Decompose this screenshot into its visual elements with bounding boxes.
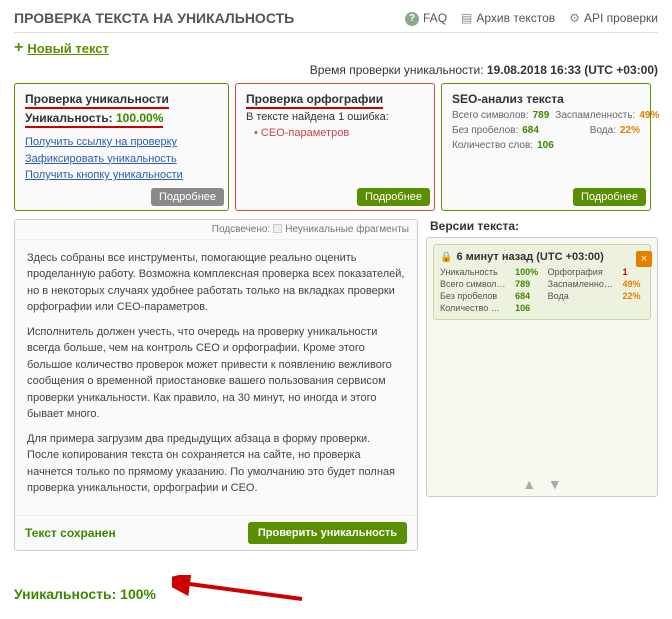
api-link[interactable]: API проверки <box>569 10 658 26</box>
check-uniqueness-button[interactable]: Проверить уникальность <box>248 522 407 544</box>
uniqueness-value: 100.00% <box>116 111 163 125</box>
top-links: FAQ Архив текстов API проверки <box>405 10 658 26</box>
seo-panel-title: SEO-анализ текста <box>452 92 640 106</box>
plus-icon: + <box>14 39 23 57</box>
check-timestamp: Время проверки уникальности: 19.08.2018 … <box>14 63 658 77</box>
seo-more-button[interactable]: Подробнее <box>573 188 646 206</box>
scroll-arrows[interactable]: ▲ ▼ <box>427 476 657 492</box>
new-text-link[interactable]: Новый текст <box>27 41 109 56</box>
error-found-text: В тексте найдена 1 ошибка: <box>246 111 424 123</box>
uniq-more-button[interactable]: Подробнее <box>151 188 224 206</box>
saved-label: Текст сохранен <box>25 526 116 540</box>
faq-link[interactable]: FAQ <box>405 10 447 26</box>
text-box: Подсвечено:Неуникальные фрагменты Здесь … <box>14 219 418 551</box>
button-link[interactable]: Получить кнопку уникальности <box>25 167 218 184</box>
result-uniqueness: Уникальность: 100% <box>14 586 156 602</box>
seo-panel: SEO-анализ текста Всего символов: 789 За… <box>441 83 651 211</box>
fix-link[interactable]: Зафиксировать уникальность <box>25 151 218 168</box>
lock-icon <box>440 251 452 263</box>
gear-icon <box>569 11 580 25</box>
version-card[interactable]: × 6 минут назад (UTC +03:00) Уникальност… <box>433 244 651 320</box>
close-icon[interactable]: × <box>636 251 652 267</box>
error-item: СЕО-параметров <box>254 127 424 139</box>
versions-title: Версии текста: <box>426 219 658 233</box>
arrow-icon <box>172 575 312 605</box>
text-content: Здесь собраны все инструменты, помогающи… <box>15 240 417 515</box>
archive-icon <box>461 11 472 25</box>
spell-panel-title: Проверка орфографии <box>246 92 383 109</box>
archive-link[interactable]: Архив текстов <box>461 10 555 26</box>
spelling-panel: Проверка орфографии В тексте найдена 1 о… <box>235 83 435 211</box>
versions-column: Версии текста: × 6 минут назад (UTC +03:… <box>426 219 658 551</box>
uniq-panel-title: Проверка уникальности <box>25 92 169 109</box>
help-icon <box>405 10 419 26</box>
highlight-legend: Подсвечено:Неуникальные фрагменты <box>15 220 417 240</box>
uniqueness-panel: Проверка уникальности Уникальность: 100.… <box>14 83 229 211</box>
get-link[interactable]: Получить ссылку на проверку <box>25 134 218 151</box>
spell-more-button[interactable]: Подробнее <box>357 188 430 206</box>
page-title: ПРОВЕРКА ТЕКСТА НА УНИКАЛЬНОСТЬ <box>14 10 294 26</box>
